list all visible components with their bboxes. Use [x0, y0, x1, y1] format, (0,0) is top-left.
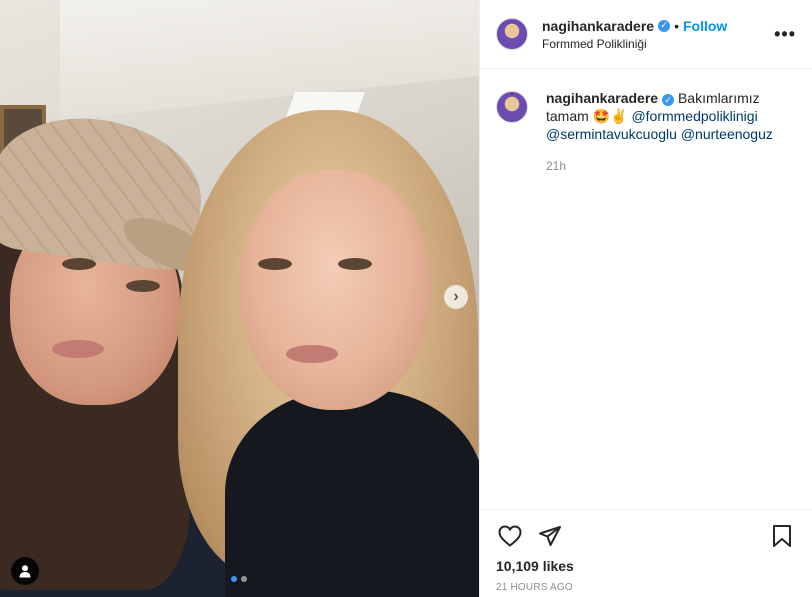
- caption-time[interactable]: 21h: [546, 157, 796, 175]
- post-photo[interactable]: ›: [0, 0, 479, 597]
- right-person-lips: [286, 345, 338, 363]
- right-person-body: [225, 390, 479, 597]
- carousel-dot-active: [231, 576, 237, 582]
- mention-link[interactable]: @sermintavukcuoglu: [546, 126, 677, 142]
- post-actions-area: 10,109 likes 21 HOURS AGO: [480, 509, 812, 597]
- left-person-eye: [62, 258, 96, 270]
- share-button[interactable]: [536, 522, 564, 550]
- author-username[interactable]: nagihankaradere: [542, 18, 654, 34]
- caption: nagihankaradere ✓ Bakımlarımız tamam 🤩✌ @…: [480, 69, 812, 175]
- carousel-indicator: [231, 576, 247, 582]
- verified-badge-icon: ✓: [662, 94, 675, 106]
- like-button[interactable]: [496, 522, 524, 550]
- carousel-next-button[interactable]: ›: [444, 285, 468, 309]
- save-button[interactable]: [768, 522, 796, 550]
- left-person-eye: [126, 280, 160, 292]
- chevron-right-icon: ›: [453, 288, 459, 305]
- bookmark-icon: [773, 525, 791, 547]
- right-person-eye: [338, 258, 372, 270]
- left-person-lips: [52, 340, 104, 358]
- follow-button[interactable]: Follow: [683, 18, 727, 34]
- avatar[interactable]: [496, 18, 528, 50]
- paper-plane-icon: [539, 526, 561, 546]
- right-person-eye: [258, 258, 292, 270]
- post-header-text: nagihankaradere ✓ • Follow Formmed Polik…: [542, 18, 774, 51]
- instagram-post: › nagihankaradere ✓ • Follow Formmed Pol…: [0, 0, 812, 597]
- post-header-row: nagihankaradere ✓ • Follow: [542, 18, 774, 34]
- separator-dot: •: [674, 17, 679, 34]
- action-bar: [496, 522, 796, 550]
- post-side-panel: nagihankaradere ✓ • Follow Formmed Polik…: [479, 0, 812, 597]
- likes-count[interactable]: 10,109 likes: [496, 558, 796, 574]
- post-header: nagihankaradere ✓ • Follow Formmed Polik…: [480, 0, 812, 69]
- mention-link[interactable]: @nurteenoguz: [681, 126, 773, 142]
- mention-link[interactable]: @formmedpoliklinigi: [631, 108, 757, 124]
- caption-username[interactable]: nagihankaradere: [546, 90, 658, 106]
- caption-text: nagihankaradere ✓ Bakımlarımız tamam 🤩✌ @…: [546, 89, 796, 143]
- tagged-users-button[interactable]: [11, 557, 39, 585]
- more-options-button[interactable]: •••: [774, 24, 796, 45]
- location-link[interactable]: Formmed Polikliniği: [542, 37, 774, 51]
- carousel-dot: [241, 576, 247, 582]
- heart-icon: [498, 525, 522, 547]
- right-person-face: [240, 170, 430, 410]
- avatar[interactable]: [496, 91, 528, 123]
- verified-badge-icon: ✓: [658, 19, 671, 32]
- caption-body: nagihankaradere ✓ Bakımlarımız tamam 🤩✌ @…: [546, 89, 796, 175]
- user-tag-icon: [19, 565, 31, 578]
- post-timestamp[interactable]: 21 HOURS AGO: [496, 582, 796, 593]
